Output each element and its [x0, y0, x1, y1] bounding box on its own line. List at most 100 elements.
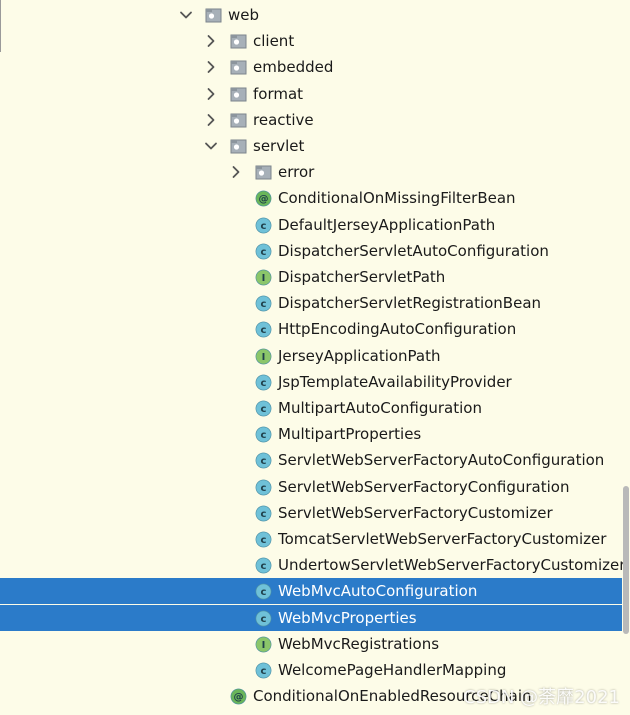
watermark: CSDN @荼靡2021 — [463, 687, 620, 708]
tree-item-servlet[interactable]: servlet — [0, 133, 622, 159]
svg-text:c: c — [261, 299, 267, 310]
class-icon: c — [255, 243, 272, 260]
tree-item-undertow-servlet-web-server-factory-customizer[interactable]: c UndertowServletWebServerFactoryCustomiz… — [0, 552, 626, 578]
tree-item-tomcat-servlet-web-server-factory-customizer[interactable]: c TomcatServletWebServerFactoryCustomizer — [0, 526, 622, 552]
tree-item-label: error — [278, 163, 315, 181]
tree-item-servlet-web-server-factory-customizer[interactable]: c ServletWebServerFactoryCustomizer — [0, 500, 622, 526]
expand-arrow-right-icon[interactable] — [204, 60, 218, 74]
svg-text:I: I — [262, 640, 266, 651]
svg-text:c: c — [261, 535, 267, 546]
svg-text:c: c — [261, 325, 267, 336]
tree-item-label: JerseyApplicationPath — [278, 347, 441, 365]
svg-text:I: I — [262, 273, 266, 284]
tree-item-servlet-web-server-factory-auto-configuration[interactable]: c ServletWebServerFactoryAutoConfiguratio… — [0, 447, 622, 473]
tree-item-label: WebMvcProperties — [278, 609, 417, 627]
tree-item-default-jersey-application-path[interactable]: c DefaultJerseyApplicationPath — [0, 212, 622, 238]
tree-item-dispatcher-servlet-registration-bean[interactable]: c DispatcherServletRegistrationBean — [0, 290, 622, 316]
tree-item-label: ServletWebServerFactoryAutoConfiguration — [278, 451, 605, 469]
tree-item-welcome-page-handler-mapping[interactable]: c WelcomePageHandlerMapping — [0, 657, 622, 683]
svg-text:c: c — [261, 483, 267, 494]
svg-text:c: c — [261, 509, 267, 520]
tree-item-http-encoding-auto-configuration[interactable]: c HttpEncodingAutoConfiguration — [0, 316, 622, 342]
svg-text:c: c — [261, 614, 267, 625]
interface-icon: I — [255, 269, 272, 286]
svg-text:c: c — [261, 378, 267, 389]
svg-text:c: c — [261, 587, 267, 598]
class-icon: c — [255, 583, 272, 600]
annotation-icon: @ — [255, 190, 272, 207]
tree-item-label: ServletWebServerFactoryConfiguration — [278, 478, 570, 496]
tree-item-label: embedded — [253, 58, 334, 76]
package-folder-icon — [230, 59, 247, 76]
svg-text:I: I — [262, 352, 266, 363]
tree-item-web[interactable]: web — [0, 2, 622, 28]
class-icon: c — [255, 295, 272, 312]
class-icon: c — [255, 479, 272, 496]
scrollbar-thumb[interactable] — [623, 486, 629, 634]
vertical-scrollbar[interactable] — [622, 0, 630, 715]
expand-arrow-down-icon[interactable] — [179, 8, 193, 22]
tree-item-multipart-properties[interactable]: c MultipartProperties — [0, 421, 622, 447]
svg-text:c: c — [261, 666, 267, 677]
tree-item-label: UndertowServletWebServerFactoryCustomize… — [278, 556, 626, 574]
tree-item-embedded[interactable]: embedded — [0, 54, 622, 80]
tree-item-error[interactable]: error — [0, 159, 622, 185]
package-folder-icon — [230, 112, 247, 129]
expand-arrow-right-icon[interactable] — [204, 34, 218, 48]
interface-icon: I — [255, 348, 272, 365]
class-icon: c — [255, 662, 272, 679]
class-icon: c — [255, 321, 272, 338]
tree-item-label: DispatcherServletPath — [278, 268, 446, 286]
svg-text:@: @ — [259, 194, 269, 205]
class-icon: c — [255, 217, 272, 234]
tree-item-jsp-template-availability-provider[interactable]: c JspTemplateAvailabilityProvider — [0, 369, 622, 395]
svg-text:@: @ — [234, 692, 244, 703]
svg-text:c: c — [261, 247, 267, 258]
class-icon: c — [255, 426, 272, 443]
tree-item-dispatcher-servlet-path[interactable]: I DispatcherServletPath — [0, 264, 622, 290]
tree-item-web-mvc-properties[interactable]: c WebMvcProperties — [0, 605, 622, 631]
tree-item-servlet-web-server-factory-configuration[interactable]: c ServletWebServerFactoryConfiguration — [0, 474, 622, 500]
package-folder-icon — [230, 138, 247, 155]
expand-arrow-right-icon[interactable] — [229, 165, 243, 179]
tree-item-label: HttpEncodingAutoConfiguration — [278, 320, 517, 338]
expand-arrow-down-icon[interactable] — [204, 139, 218, 153]
interface-icon: I — [255, 636, 272, 653]
svg-text:c: c — [261, 221, 267, 232]
tree-item-multipart-auto-configuration[interactable]: c MultipartAutoConfiguration — [0, 395, 622, 421]
tree-item-web-mvc-auto-configuration[interactable]: c WebMvcAutoConfiguration — [0, 578, 622, 604]
class-icon: c — [255, 531, 272, 548]
svg-text:c: c — [261, 404, 267, 415]
class-icon: c — [255, 557, 272, 574]
tree-item-label: ConditionalOnMissingFilterBean — [278, 189, 516, 207]
expand-arrow-right-icon[interactable] — [204, 87, 218, 101]
tree-item-format[interactable]: format — [0, 81, 622, 107]
package-folder-icon — [230, 86, 247, 103]
tree-item-label: reactive — [253, 111, 314, 129]
class-icon: c — [255, 400, 272, 417]
class-icon: c — [255, 374, 272, 391]
svg-text:c: c — [261, 430, 267, 441]
tree-item-jersey-application-path[interactable]: I JerseyApplicationPath — [0, 343, 622, 369]
tree-item-reactive[interactable]: reactive — [0, 107, 622, 133]
expand-arrow-right-icon[interactable] — [204, 113, 218, 127]
class-icon: c — [255, 505, 272, 522]
tree-item-label: WebMvcRegistrations — [278, 635, 440, 653]
project-tree[interactable]: web client embedded format reactive servlet er… — [0, 0, 630, 715]
tree-item-client[interactable]: client — [0, 28, 622, 54]
tree-item-label: WelcomePageHandlerMapping — [278, 661, 507, 679]
tree-item-dispatcher-servlet-auto-configuration[interactable]: c DispatcherServletAutoConfiguration — [0, 238, 622, 264]
tree-item-web-mvc-registrations[interactable]: I WebMvcRegistrations — [0, 631, 622, 657]
package-folder-icon — [255, 164, 272, 181]
svg-text:c: c — [261, 561, 267, 572]
tree-item-conditional-on-missing-filter-bean[interactable]: @ ConditionalOnMissingFilterBean — [0, 185, 622, 211]
tree-item-label: servlet — [253, 137, 305, 155]
tree-item-label: DefaultJerseyApplicationPath — [278, 216, 496, 234]
annotation-icon: @ — [230, 688, 247, 705]
svg-text:c: c — [261, 456, 267, 467]
panel-border — [0, 0, 1, 52]
package-folder-icon — [230, 33, 247, 50]
tree-item-label: JspTemplateAvailabilityProvider — [278, 373, 512, 391]
tree-item-label: TomcatServletWebServerFactoryCustomizer — [278, 530, 607, 548]
tree-item-label: web — [228, 6, 260, 24]
